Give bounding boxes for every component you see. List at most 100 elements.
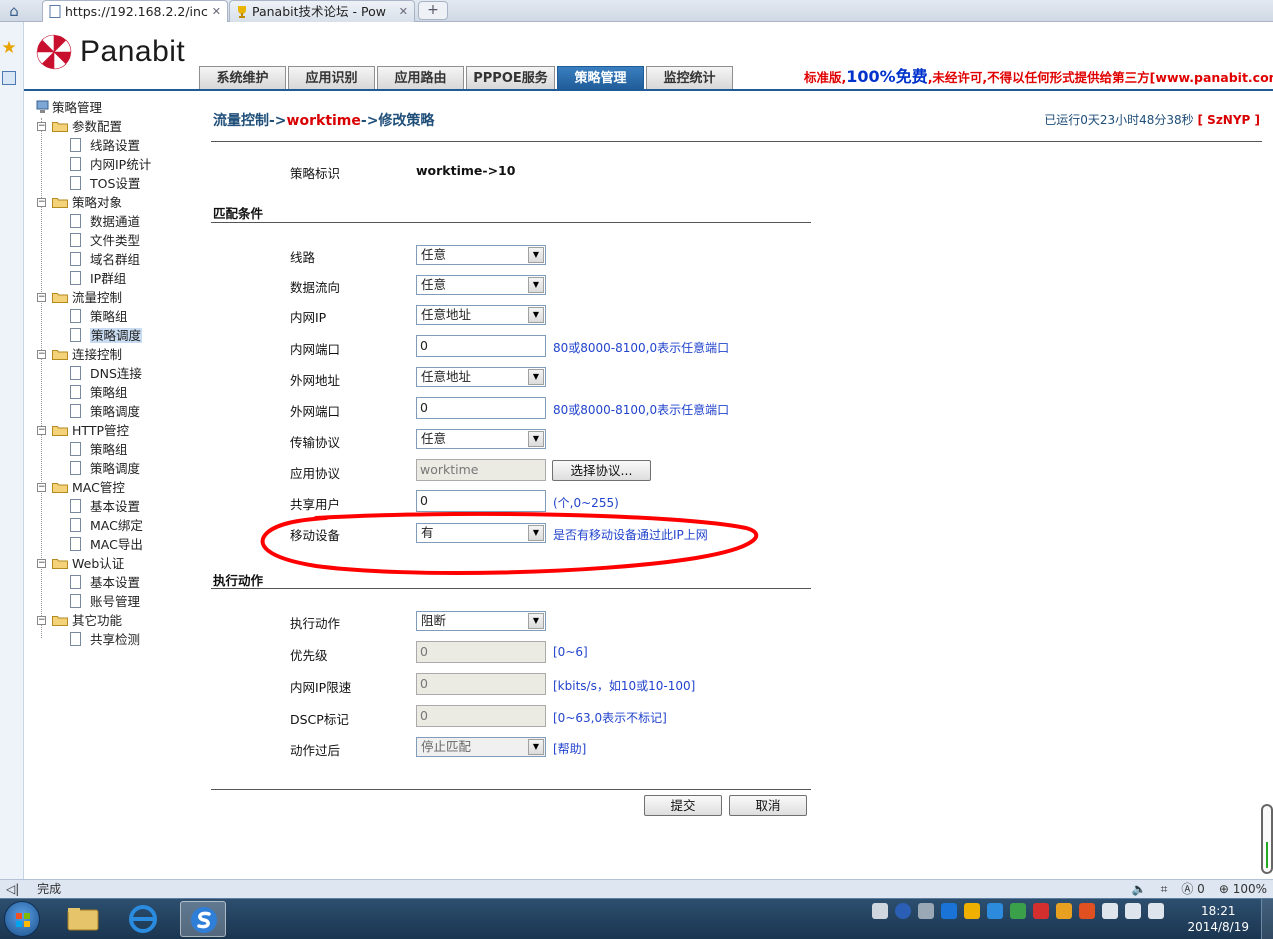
collapse-icon[interactable]: − <box>37 483 46 492</box>
usb-icon[interactable] <box>1010 903 1026 919</box>
tree-item[interactable]: 基本设置 <box>34 573 194 592</box>
start-button[interactable] <box>4 901 40 937</box>
line-label: 线路 <box>290 250 316 265</box>
mobile-device-select[interactable]: 有 ▼ <box>416 523 546 543</box>
tree-item[interactable]: MAC绑定 <box>34 516 194 535</box>
header-divider <box>24 89 1273 91</box>
network-status-icon[interactable] <box>1125 903 1141 919</box>
favorites-star-icon[interactable]: ★ <box>0 38 18 58</box>
tree-item[interactable]: 共享检测 <box>34 630 194 649</box>
collapse-icon[interactable]: − <box>37 559 46 568</box>
tree-item[interactable]: 策略调度 <box>34 459 194 478</box>
show-desktop-button[interactable] <box>1261 899 1273 939</box>
keyboard-icon[interactable] <box>872 903 888 919</box>
tree-item[interactable]: DNS连接 <box>34 364 194 383</box>
tab-app-routing[interactable]: 应用路由 <box>377 66 464 90</box>
speaker-icon[interactable] <box>1148 903 1164 919</box>
explorer-taskbar-icon[interactable] <box>60 901 106 937</box>
volume-mute-icon[interactable] <box>1079 903 1095 919</box>
help-icon[interactable] <box>895 903 911 919</box>
section-match-conditions: 匹配条件 <box>213 206 264 221</box>
tree-item[interactable]: 基本设置 <box>34 497 194 516</box>
page-icon <box>49 5 61 18</box>
tab-pppoe-service[interactable]: PPPOE服务 <box>466 66 555 90</box>
collapse-icon[interactable]: − <box>37 198 46 207</box>
tray-app-icon[interactable] <box>918 903 934 919</box>
outer-port-input[interactable]: 0 <box>416 397 546 419</box>
tree-folder[interactable]: − Web认证 <box>34 554 194 573</box>
tree-item[interactable]: 策略调度 <box>34 326 194 345</box>
collapse-icon[interactable]: − <box>37 293 46 302</box>
tree-folder[interactable]: − MAC管控 <box>34 478 194 497</box>
tree-item[interactable]: 策略组 <box>34 307 194 326</box>
tree-item[interactable]: 内网IP统计 <box>34 155 194 174</box>
close-icon[interactable]: ✕ <box>399 1 408 22</box>
inner-ip-select[interactable]: 任意地址 ▼ <box>416 305 546 325</box>
tab-policy-management[interactable]: 策略管理 <box>557 66 644 90</box>
sogou-taskbar-icon[interactable] <box>180 901 226 937</box>
select-protocol-button[interactable]: 选择协议... <box>552 460 651 481</box>
qq-icon[interactable] <box>964 903 980 919</box>
browser-tab-forum[interactable]: Panabit技术论坛 - Pow ✕ <box>229 0 415 22</box>
transport-label: 传输协议 <box>290 435 341 450</box>
tree-item[interactable]: 策略组 <box>34 440 194 459</box>
chevron-down-icon: ▼ <box>528 431 544 447</box>
tree-root[interactable]: 策略管理 <box>34 98 194 117</box>
inner-port-input[interactable]: 0 <box>416 335 546 357</box>
tab-app-recognition[interactable]: 应用识别 <box>288 66 375 90</box>
tab-monitoring[interactable]: 监控统计 <box>646 66 733 90</box>
tree-item[interactable]: TOS设置 <box>34 174 194 193</box>
browser-status-bar: ◁| 完成 🔈 ⌗ Ⓐ 0 ⊕ 100% <box>0 879 1273 898</box>
help-link[interactable]: [帮助] <box>553 740 586 757</box>
tree-folder[interactable]: − 连接控制 <box>34 345 194 364</box>
tree-folder[interactable]: − 流量控制 <box>34 288 194 307</box>
taskbar-clock[interactable]: 18:21 2014/8/19 <box>1187 903 1249 935</box>
collapse-icon[interactable]: − <box>37 616 46 625</box>
zoom-level[interactable]: ⊕ 100% <box>1219 880 1267 898</box>
tree-item[interactable]: 线路设置 <box>34 136 194 155</box>
collapse-icon[interactable]: − <box>37 350 46 359</box>
shared-users-input[interactable]: 0 <box>416 490 546 512</box>
network-drive-icon[interactable] <box>987 903 1003 919</box>
transport-select[interactable]: 任意 ▼ <box>416 429 546 449</box>
flag-icon[interactable] <box>1102 903 1118 919</box>
tree-folder[interactable]: − 参数配置 <box>34 117 194 136</box>
submit-button[interactable]: 提交 <box>644 795 722 816</box>
close-icon[interactable]: ✕ <box>212 1 221 22</box>
browser-tab-panabit-admin[interactable]: https://192.168.2.2/inc ✕ <box>42 0 228 22</box>
tree-item[interactable]: 文件类型 <box>34 231 194 250</box>
back-arrow-icon[interactable]: ◁| <box>6 882 19 896</box>
windows-logo-icon <box>16 913 30 927</box>
tree-item[interactable]: IP群组 <box>34 269 194 288</box>
tree-item[interactable]: MAC导出 <box>34 535 194 554</box>
new-tab-button[interactable]: + <box>418 1 448 20</box>
tab-system-maintenance[interactable]: 系统维护 <box>199 66 286 90</box>
collapse-icon[interactable]: − <box>37 426 46 435</box>
scroll-indicator[interactable] <box>1261 804 1273 874</box>
sound-icon[interactable]: 🔈 <box>1132 880 1147 898</box>
home-icon[interactable]: ⌂ <box>2 1 26 21</box>
tree-item[interactable]: 数据通道 <box>34 212 194 231</box>
direction-select[interactable]: 任意 ▼ <box>416 275 546 295</box>
panel-icon[interactable] <box>2 71 16 85</box>
ie-taskbar-icon[interactable] <box>120 901 166 937</box>
shield-icon[interactable] <box>941 903 957 919</box>
network-icon[interactable]: ⌗ <box>1161 880 1168 898</box>
cancel-button[interactable]: 取消 <box>729 795 807 816</box>
action-select[interactable]: 阻断 ▼ <box>416 611 546 631</box>
inner-port-label: 内网端口 <box>290 342 341 357</box>
tree-folder[interactable]: − 策略对象 <box>34 193 194 212</box>
blocked-counter[interactable]: Ⓐ 0 <box>1181 880 1204 898</box>
collapse-icon[interactable]: − <box>37 122 46 131</box>
tree-folder[interactable]: − HTTP管控 <box>34 421 194 440</box>
tree-item[interactable]: 域名群组 <box>34 250 194 269</box>
tree-item[interactable]: 账号管理 <box>34 592 194 611</box>
tree-item[interactable]: 策略调度 <box>34 402 194 421</box>
line-select[interactable]: 任意 ▼ <box>416 245 546 265</box>
tree-item[interactable]: 策略组 <box>34 383 194 402</box>
outer-addr-select[interactable]: 任意地址 ▼ <box>416 367 546 387</box>
antivirus-icon[interactable] <box>1033 903 1049 919</box>
tree-folder[interactable]: − 其它功能 <box>34 611 194 630</box>
computer-icon <box>36 100 49 113</box>
notification-icon[interactable] <box>1056 903 1072 919</box>
